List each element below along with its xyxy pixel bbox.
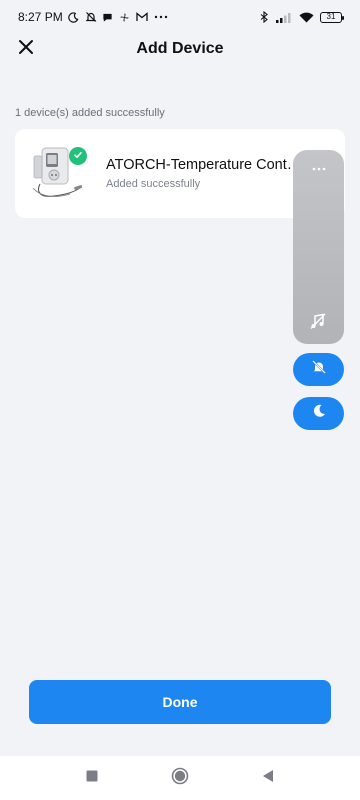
battery-level: 31 [326,12,336,21]
screen: 8:27 PM 31 Add Device 1 device(s) added … [0,0,360,800]
do-not-disturb-button[interactable] [293,397,344,430]
success-summary: 1 device(s) added successfully [15,107,165,119]
status-bar: 8:27 PM 31 [0,0,360,34]
more-dots-icon [153,11,169,23]
bluetooth-icon [258,11,270,23]
signal-icon [276,11,292,23]
home-button[interactable] [169,767,191,789]
more-dots-icon[interactable] [293,158,344,174]
ringer-mute-button[interactable] [293,353,344,386]
chat-bubble-icon [102,11,114,23]
done-button[interactable]: Done [29,680,331,724]
notifications-off-icon [85,11,97,23]
bell-off-icon [311,359,327,380]
status-right: 31 [258,11,344,23]
device-name: ATORCH-Temperature Cont… [106,157,302,173]
wifi-icon [298,11,314,23]
close-icon [18,39,34,60]
recent-apps-icon [86,769,98,787]
moon-icon [311,403,327,424]
close-button[interactable] [14,37,38,61]
music-off-icon[interactable] [309,312,327,330]
back-icon [262,769,274,788]
check-icon [73,147,83,165]
recent-apps-button[interactable] [81,767,103,789]
header: Add Device [0,34,360,64]
back-button[interactable] [257,767,279,789]
device-text: ATORCH-Temperature Cont… Added successfu… [106,157,301,190]
gmail-icon [136,11,148,23]
fan-icon [119,11,131,23]
page-title: Add Device [136,40,224,57]
battery-icon: 31 [320,11,344,23]
device-status: Added successfully [106,178,201,190]
added-check-badge [69,147,87,165]
status-left: 8:27 PM [18,10,169,24]
volume-side-panel[interactable] [293,150,344,344]
moon-icon [68,11,80,23]
system-nav-bar [0,756,360,800]
status-time: 8:27 PM [18,10,63,24]
home-icon [171,767,189,790]
